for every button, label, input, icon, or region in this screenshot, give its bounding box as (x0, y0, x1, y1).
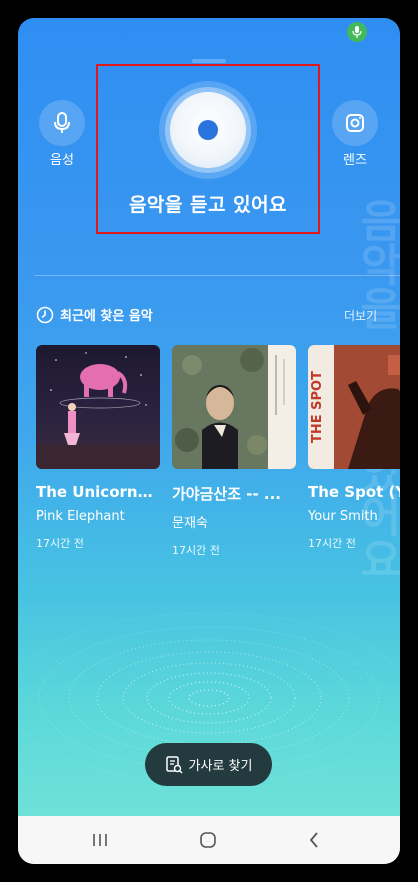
recent-music-card[interactable]: THE SPOT The Spot (Yo Your Smith 17시간 전 (308, 345, 400, 551)
back-icon (309, 832, 318, 848)
voice-search-label: 음성 (50, 153, 74, 168)
history-icon (36, 306, 54, 323)
lens-search-label: 렌즈 (343, 153, 367, 168)
song-artist: Pink Elephant (36, 509, 125, 524)
song-title: The Unicorns ... (36, 483, 160, 501)
recent-music-card[interactable]: 가야금산조 -- ... 문재숙 17시간 전 (172, 345, 298, 558)
found-time: 17시간 전 (172, 544, 220, 557)
highlight-box (96, 64, 320, 234)
recent-music-card[interactable]: The Unicorns ... Pink Elephant 17시간 전 (36, 345, 162, 551)
recent-apps-icon (93, 834, 107, 846)
lyrics-search-button[interactable]: 가사로 찾기 (145, 743, 272, 786)
divider (34, 275, 400, 276)
drag-handle[interactable] (192, 59, 226, 63)
album-cover: THE SPOT (308, 345, 400, 469)
mic-icon (54, 112, 70, 133)
song-artist: 문재숙 (172, 516, 208, 531)
mic-icon (352, 26, 362, 38)
song-title: The Spot (Yo (308, 483, 400, 501)
song-artist: Your Smith (308, 509, 378, 524)
music-search-screen: 음성 렌즈 음악을 듣고 있어요 음악을 듣고 있어요 최근에 찾은 음악 더보… (18, 18, 400, 864)
album-art-unicorn (36, 352, 160, 469)
svg-text:THE SPOT: THE SPOT (310, 371, 325, 443)
lyrics-search-icon (165, 755, 183, 774)
lens-icon (346, 114, 364, 132)
lyrics-search-label: 가사로 찾기 (188, 759, 253, 774)
lens-search-button[interactable] (332, 100, 378, 146)
home-button[interactable] (194, 828, 222, 852)
album-art-gayageum (172, 345, 296, 469)
voice-search-button[interactable] (39, 100, 85, 146)
recent-music-header: 최근에 찾은 음악 (36, 305, 153, 324)
home-icon (200, 832, 216, 848)
back-button[interactable] (300, 828, 328, 852)
mic-in-use-indicator (347, 22, 367, 42)
album-cover (36, 345, 160, 469)
recent-music-list: The Unicorns ... Pink Elephant 17시간 전 가야… (36, 345, 400, 575)
song-title: 가야금산조 -- ... (172, 485, 281, 503)
album-cover (172, 345, 296, 469)
found-time: 17시간 전 (308, 537, 356, 550)
recent-apps-button[interactable] (86, 828, 114, 852)
more-button[interactable]: 더보기 (344, 307, 377, 324)
recent-music-title: 최근에 찾은 음악 (60, 309, 153, 324)
system-navigation-bar (18, 816, 400, 864)
album-art-the-spot: THE SPOT (308, 345, 400, 469)
found-time: 17시간 전 (36, 537, 84, 550)
